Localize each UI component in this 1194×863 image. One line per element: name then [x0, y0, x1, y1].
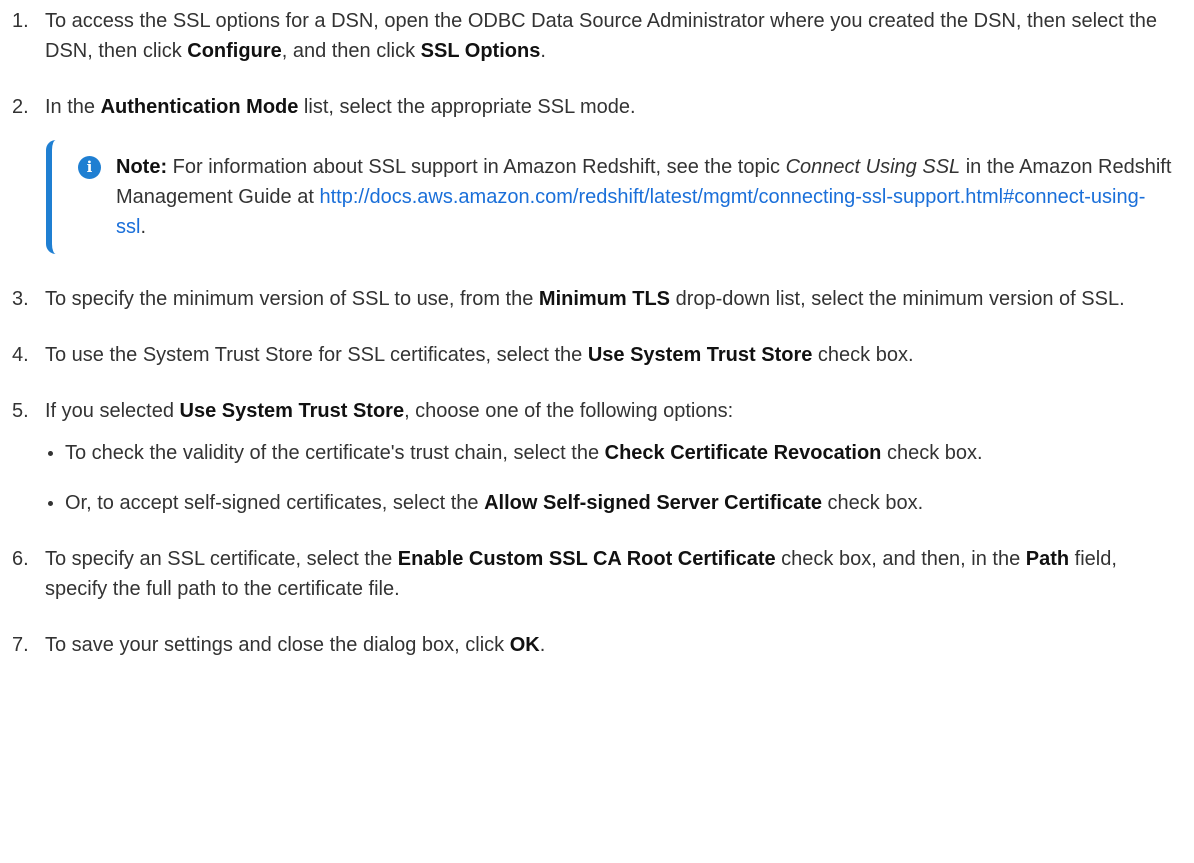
step-number: 6. — [12, 548, 29, 570]
step-text: , and then click — [281, 40, 421, 62]
step-text: , choose one of the following options: — [404, 400, 734, 422]
step-2: 2. In the Authentication Mode list, sele… — [12, 92, 1174, 122]
option-text: To check the validity of the certificate… — [65, 442, 605, 464]
ui-term-configure: Configure — [187, 40, 282, 62]
option-item: To check the validity of the certificate… — [45, 438, 1174, 468]
step-1: 1. To access the SSL options for a DSN, … — [12, 6, 1174, 66]
step-4: 4. To use the System Trust Store for SSL… — [12, 340, 1174, 370]
ui-term-ssl-options: SSL Options — [420, 40, 541, 62]
step-text: . — [540, 40, 546, 62]
info-icon: i — [78, 156, 101, 179]
step-3: 3. To specify the minimum version of SSL… — [12, 284, 1174, 314]
step-text: drop-down list, select the minimum versi… — [670, 288, 1125, 310]
option-text: Or, to accept self-signed certificates, … — [65, 492, 485, 514]
note-text: For information about SSL support in Ama… — [167, 156, 786, 178]
step-text: In the — [45, 96, 101, 118]
ui-term-allow-self-signed: Allow Self-signed Server Certificate — [484, 492, 822, 514]
option-item: Or, to accept self-signed certificates, … — [45, 488, 1174, 518]
step-6: 6. To specify an SSL certificate, select… — [12, 544, 1174, 604]
step-number: 5. — [12, 400, 29, 422]
step-5: 5. If you selected Use System Trust Stor… — [12, 396, 1174, 518]
ui-term-path: Path — [1025, 548, 1070, 570]
bullet-dot — [48, 451, 53, 456]
ui-term-use-system-trust-store: Use System Trust Store — [587, 344, 813, 366]
steps-list: 1. To access the SSL options for a DSN, … — [12, 6, 1174, 660]
step-text: check box, and then, in the — [775, 548, 1026, 570]
step-text: If you selected — [45, 400, 180, 422]
step-7: 7. To save your settings and close the d… — [12, 630, 1174, 660]
note-text: . — [140, 216, 147, 238]
step-text: To use the System Trust Store for SSL ce… — [45, 344, 588, 366]
ui-term-minimum-tls: Minimum TLS — [538, 288, 671, 310]
step-number: 2. — [12, 96, 29, 118]
ui-term-use-system-trust-store: Use System Trust Store — [179, 400, 405, 422]
step-text: . — [539, 634, 546, 656]
ui-term-ok: OK — [509, 634, 540, 656]
option-text: check box. — [881, 442, 983, 464]
note-label: Note: — [116, 156, 168, 178]
step-text: To specify an SSL certificate, select th… — [45, 548, 398, 570]
step-text: check box. — [812, 344, 914, 366]
option-text: check box. — [821, 492, 924, 514]
step-text: list, select the appropriate SSL mode. — [298, 96, 636, 118]
step-number: 7. — [12, 634, 29, 656]
note-callout: i Note: For information about SSL suppor… — [46, 140, 1174, 254]
step-number: 4. — [12, 344, 29, 366]
bullet-dot — [48, 501, 53, 506]
step-text: To save your settings and close the dial… — [45, 634, 510, 656]
note-topic: Connect Using SSL — [785, 156, 961, 178]
step-text: To specify the minimum version of SSL to… — [45, 288, 539, 310]
ui-term-enable-custom-ssl-ca: Enable Custom SSL CA Root Certificate — [397, 548, 776, 570]
ui-term-check-certificate-revocation: Check Certificate Revocation — [604, 442, 882, 464]
options-list: To check the validity of the certificate… — [45, 438, 1174, 518]
note-body: Note: For information about SSL support … — [116, 152, 1174, 242]
step-number: 1. — [12, 10, 29, 32]
ui-term-authentication-mode: Authentication Mode — [100, 96, 299, 118]
document-page: 1. To access the SSL options for a DSN, … — [0, 0, 1194, 863]
step-number: 3. — [12, 288, 29, 310]
